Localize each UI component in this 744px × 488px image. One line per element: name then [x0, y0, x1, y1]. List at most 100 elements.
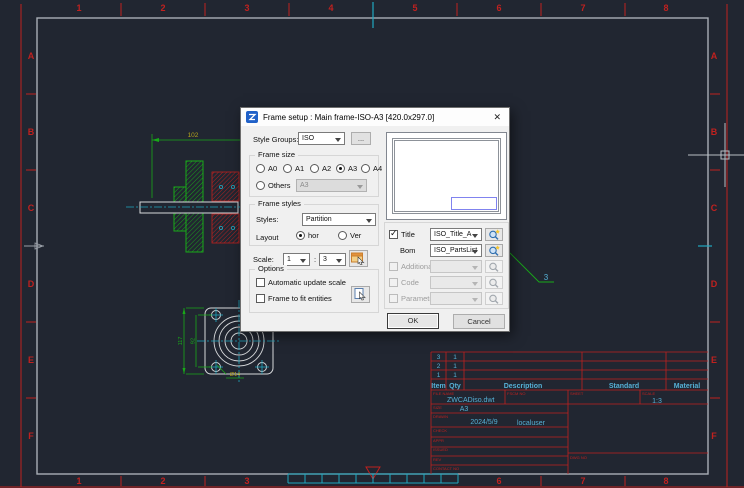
layout-label: Layout: [256, 234, 279, 242]
close-icon[interactable]: ✕: [490, 112, 504, 123]
others-size-value: A3: [300, 182, 309, 189]
zwcad-app-icon: [246, 111, 258, 123]
tb-check-label: CHECK: [433, 428, 447, 433]
ruler-bottom-1: 1: [76, 476, 81, 486]
ruler-right-a: A: [711, 51, 718, 61]
chevron-down-icon: [472, 282, 478, 286]
auto-update-scale-checkbox[interactable]: [256, 278, 265, 287]
preview-code-button: [485, 276, 503, 289]
ruler-left-f: F: [28, 431, 34, 441]
title-style-select[interactable]: ISO_Title_A: [430, 228, 482, 241]
ruler-left-e: E: [28, 355, 34, 365]
ruler-top-1: 1: [76, 3, 81, 13]
tb-scale-label: SCALE: [642, 391, 655, 396]
tb-scale-value: 1:3: [652, 398, 662, 405]
ruler-top-8: 8: [663, 3, 668, 13]
frame-to-fit-checkbox[interactable]: [256, 294, 265, 303]
others-size-select: A3: [296, 179, 367, 192]
radio-size-a0-label: A0: [268, 165, 277, 173]
radio-size-a1-label: A1: [295, 165, 304, 173]
tb-sheet-label: SHEET: [570, 391, 584, 396]
tb-fscm-label: FSCM NO: [507, 391, 525, 396]
scale-label: Scale:: [253, 256, 274, 264]
styles-select[interactable]: Partition: [302, 213, 376, 226]
chevron-down-icon: [300, 259, 306, 263]
tb-appr-label: APPR: [433, 438, 444, 443]
title-row-label: Title: [401, 231, 415, 239]
tb-issued-label: ISSUED: [433, 447, 448, 452]
radio-size-a0[interactable]: [256, 164, 265, 173]
radio-size-a2[interactable]: [310, 164, 319, 173]
parts-list-table: 3 1 2 1 1 1 Item Qty Description Standar…: [431, 352, 708, 390]
pick-entities-button[interactable]: [351, 286, 370, 303]
radio-size-others[interactable]: [256, 181, 265, 190]
gear-assembly-view: 102: [126, 132, 240, 252]
tb-drawn-label: DRAWN: [433, 414, 448, 419]
ruler-top-4: 4: [328, 3, 333, 13]
magnifier-icon-disabled: [487, 277, 501, 288]
bom-header-standard: Standard: [609, 383, 639, 390]
bom-header-qty: Qty: [449, 383, 461, 390]
options-group: Options Automatic update scale Frame to …: [249, 269, 379, 313]
radio-layout-ver[interactable]: [338, 231, 347, 240]
options-group-label: Options: [255, 265, 287, 273]
styles-label: Styles:: [256, 216, 279, 224]
tb-dwg-no-label: DWG NO: [570, 455, 587, 460]
ruler-top-2: 2: [160, 3, 165, 13]
scale-separator: :: [314, 256, 316, 264]
magnifier-icon-disabled: [487, 293, 501, 304]
frame-size-group-label: Frame size: [255, 151, 298, 159]
scale-numerator-select[interactable]: 1: [283, 253, 310, 266]
radio-size-others-label: Others: [268, 182, 291, 190]
browse-style-groups-button[interactable]: ...: [351, 132, 371, 145]
title-bom-group: Title ISO_Title_A Bom ISO_PartsList: [384, 222, 509, 309]
tb-size-label: SIZE: [433, 405, 442, 410]
preview-parametric-button: [485, 292, 503, 305]
pick-scale-button[interactable]: [349, 250, 368, 267]
scale-numerator-value: 1: [287, 256, 291, 263]
radio-size-a4-label: A4: [373, 165, 382, 173]
styles-value: Partition: [306, 216, 332, 223]
radio-size-a1[interactable]: [283, 164, 292, 173]
radio-size-a4[interactable]: [361, 164, 370, 173]
radio-size-a3-label: A3: [348, 165, 357, 173]
preview-bom-button[interactable]: [485, 244, 503, 257]
ruler-top-7: 7: [580, 3, 585, 13]
preview-title-button[interactable]: [485, 228, 503, 241]
code-select: [430, 276, 482, 289]
style-groups-select[interactable]: ISO: [298, 132, 345, 145]
code-checkbox: [389, 278, 398, 287]
ruler-right-f: F: [711, 431, 717, 441]
dialog-titlebar[interactable]: Frame setup : Main frame-ISO-A3 [420.0x2…: [241, 108, 509, 126]
chevron-down-icon: [472, 266, 478, 270]
radio-size-a2-label: A2: [322, 165, 331, 173]
frame-styles-group-label: Frame styles: [255, 200, 304, 208]
ruler-right-c: C: [711, 203, 718, 213]
radio-layout-hor[interactable]: [296, 231, 305, 240]
scale-denominator-select[interactable]: 3: [319, 253, 346, 266]
bom-style-value: ISO_PartsList: [434, 247, 477, 254]
balloon-number: 3: [544, 273, 549, 282]
radio-layout-ver-label: Ver: [350, 232, 361, 240]
cancel-button[interactable]: Cancel: [453, 314, 505, 329]
title-checkbox[interactable]: [389, 230, 398, 239]
frame-to-fit-label: Frame to fit entities: [268, 295, 332, 303]
bom-row-label: Bom: [400, 247, 415, 255]
magnifier-icon: [487, 229, 501, 240]
bom-row-1-qty: 1: [453, 372, 457, 379]
magnifier-icon-disabled: [487, 261, 501, 272]
tb-size-value: A3: [460, 406, 469, 413]
ruler-top-6: 6: [496, 3, 501, 13]
ok-button[interactable]: OK: [387, 313, 439, 329]
ruler-right-d: D: [711, 279, 718, 289]
parametric-select: [430, 292, 482, 305]
additional-checkbox: [389, 262, 398, 271]
frame-preview: [386, 132, 507, 220]
zwcad-window: 1 2 3 4 5 6 7 8 1 2 3 6 7 8 A B C D E F …: [0, 0, 744, 488]
ruler-bottom-3: 3: [244, 476, 249, 486]
auto-update-scale-label: Automatic update scale: [268, 279, 346, 287]
radio-size-a3[interactable]: [336, 164, 345, 173]
bom-style-select[interactable]: ISO_PartsList: [430, 244, 482, 257]
dialog-body: Style Groups: ISO ... Frame size A0 A1: [241, 126, 509, 331]
chevron-down-icon: [335, 138, 341, 142]
